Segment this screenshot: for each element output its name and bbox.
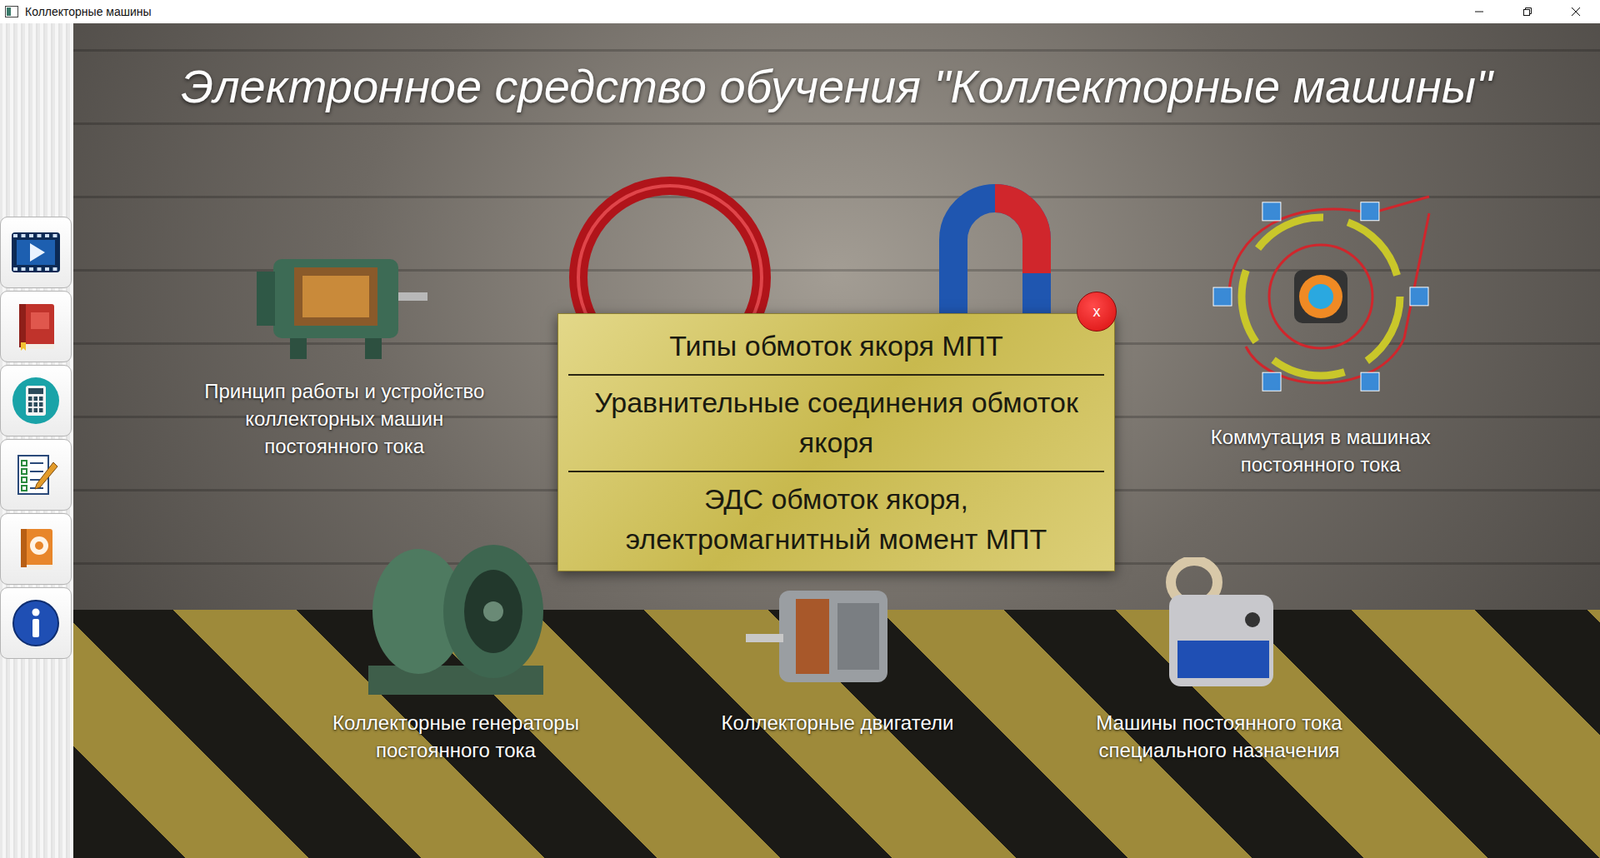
tile-caption: коллекторных машин (204, 405, 485, 433)
topic-tile[interactable]: Принцип работы и устройствоколлекторных … (204, 163, 485, 460)
tile-caption: постоянного тока (204, 432, 485, 460)
book-icon (12, 300, 60, 353)
minimize-icon (1474, 6, 1485, 17)
sidebar-item[interactable] (0, 216, 72, 289)
submenu-popup: Типы обмоток якоря МПТУравнительные соед… (557, 313, 1115, 572)
submenu-item[interactable]: Типы обмоток якоря МПТ (568, 319, 1105, 375)
app-icon (5, 5, 19, 18)
heading: Электронное средство обучения "Коллектор… (73, 23, 1600, 115)
topic-tile[interactable]: Коллекторные генераторыпостоянного тока (332, 520, 580, 765)
sidebar-item[interactable] (0, 513, 72, 585)
submenu-item[interactable]: ЭДС обмоток якоря,электромагнитный момен… (568, 470, 1105, 568)
title-bar: Коллекторные машины (0, 0, 1600, 24)
tile-caption: постоянного тока (332, 736, 580, 765)
minimize-button[interactable] (1455, 0, 1504, 24)
sidebar-item[interactable] (0, 290, 72, 363)
sidebar-item[interactable] (0, 439, 72, 511)
info-icon (11, 599, 60, 648)
tile-caption: Коллекторные генераторы (332, 709, 580, 737)
motor-picture (256, 242, 432, 368)
calculator-icon (10, 375, 61, 426)
close-icon (1570, 6, 1581, 17)
tile-caption: Коллекторные двигатели (721, 709, 955, 737)
help-book-icon (12, 524, 60, 575)
test-icon (11, 450, 60, 500)
tile-caption: постоянного тока (1210, 450, 1431, 479)
tile-caption: Коммутация в машинах (1210, 423, 1431, 451)
window-title: Коллекторные машины (25, 5, 152, 19)
restore-button[interactable] (1503, 0, 1552, 24)
tile-caption: специального назначения (1095, 736, 1342, 765)
topic-tile[interactable]: Коммутация в машинахпостоянного тока (1195, 163, 1446, 479)
tachometer-picture (1152, 557, 1286, 700)
video-icon (10, 229, 62, 276)
main-screen: Электронное средство обучения "Коллектор… (73, 23, 1600, 858)
topic-tile[interactable]: Машины постоянного токаспециального назн… (1095, 520, 1342, 765)
popup-close-button[interactable]: x (1076, 291, 1117, 332)
close-window-button[interactable] (1551, 0, 1600, 24)
sidebar-item[interactable] (0, 365, 72, 437)
restore-icon (1522, 6, 1533, 17)
app-window: Коллекторные машины Электронное средство … (0, 0, 1600, 858)
submenu-item[interactable]: Уравнительные соединения обмотокякоря (568, 374, 1105, 471)
tile-caption: Машины постоянного тока (1095, 709, 1342, 737)
commutation-diagram-picture (1195, 180, 1446, 414)
sidebar-item[interactable] (0, 587, 72, 660)
sidebar (0, 23, 74, 858)
motor-picture (745, 582, 930, 700)
generator-picture (360, 532, 552, 700)
tile-caption: Принцип работы и устройство (204, 377, 485, 405)
